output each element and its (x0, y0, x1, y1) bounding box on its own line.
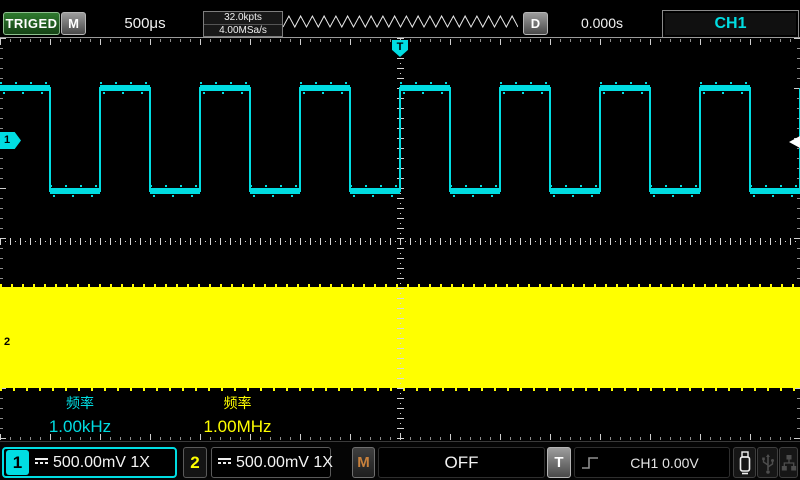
ch1-measurement-value: 1.00kHz (30, 417, 130, 437)
ch2-settings-box[interactable]: 500.00mV 1X (211, 447, 331, 478)
sample-rate: 4.00MSa/s (204, 25, 282, 37)
usb-drive-icon (738, 450, 752, 476)
ch2-measurement-label: 频率 (185, 395, 290, 412)
ch2-scale-text: 500.00mV 1X (236, 454, 333, 472)
ch1-badge: 1 (6, 450, 29, 475)
memory-waveform-zigzag (283, 16, 518, 27)
trigger-menu-button[interactable]: T (547, 447, 571, 478)
memory-sample-box: 32.0kpts 4.00MSa/s (203, 11, 283, 37)
waveform-display-area: T 1 2 频率 1.00kHz 频率 1.00MHz (0, 38, 800, 441)
lan-icon (781, 454, 797, 472)
memory-depth: 32.0kpts (204, 12, 282, 25)
usb-device-status (757, 447, 778, 478)
trigger-info-box[interactable]: CH1 0.00V (574, 447, 730, 478)
rising-edge-icon (580, 455, 600, 471)
ch1-dc-coupling-icon (35, 458, 48, 468)
usb-icon (761, 451, 775, 475)
memory-window-waveform (283, 14, 518, 29)
bottom-status-bar: 1 500.00mV 1X 2 500.00mV 1X M OFF T CH1 … (0, 441, 800, 480)
ch1-measurement-label: 频率 (30, 395, 130, 412)
ch1-measurement: 频率 1.00kHz (30, 395, 130, 437)
oscilloscope-screen: TRIGED M 500μs 32.0kpts 4.00MSa/s D 0.00… (0, 0, 800, 480)
lan-status (779, 447, 798, 478)
acquire-mode-button[interactable]: M (61, 12, 86, 35)
trigger-status-badge: TRIGED (3, 12, 60, 35)
ch1-settings-box[interactable]: 1 500.00mV 1X (2, 447, 177, 478)
ch2-badge[interactable]: 2 (183, 447, 207, 478)
trigger-source-level: CH1 0.00V (600, 455, 729, 471)
math-status-box[interactable]: OFF (378, 447, 545, 478)
ch2-measurement-value: 1.00MHz (185, 417, 290, 437)
ch1-trace-core (0, 88, 800, 191)
delay-button[interactable]: D (523, 12, 548, 35)
top-status-bar: TRIGED M 500μs 32.0kpts 4.00MSa/s D 0.00… (0, 0, 800, 37)
usb-drive-status (733, 447, 756, 478)
timebase-value[interactable]: 500μs (95, 15, 195, 32)
ch2-dc-coupling-icon (218, 458, 231, 468)
math-button[interactable]: M (352, 447, 375, 478)
ch2-measurement: 频率 1.00MHz (185, 395, 290, 437)
ch1-noise-down (3, 93, 800, 196)
ch1-trace (0, 38, 800, 441)
active-channel-indicator: CH1 (662, 10, 799, 38)
horizontal-delay-value[interactable]: 0.000s (548, 15, 656, 31)
ch1-scale-text: 500.00mV 1X (53, 454, 150, 472)
